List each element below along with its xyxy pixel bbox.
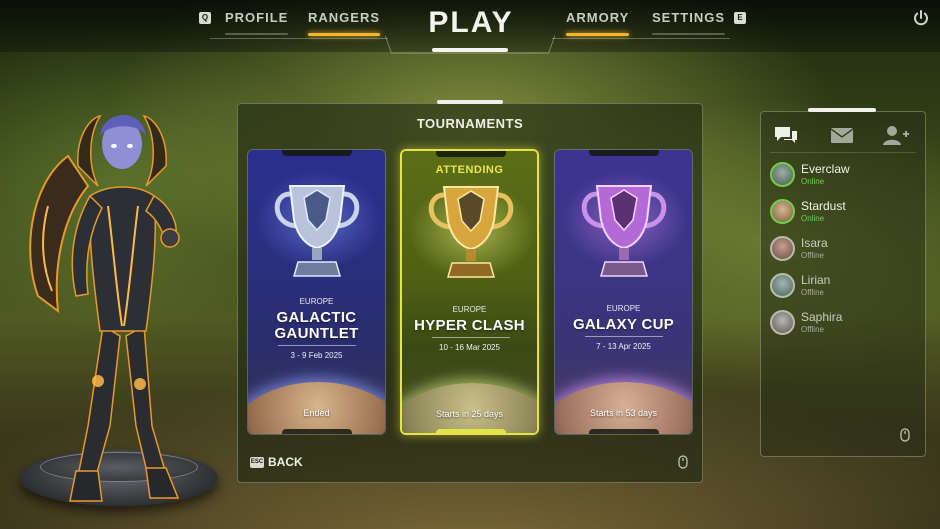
back-label: BACK: [268, 455, 303, 469]
tournament-card-galaxy-cup[interactable]: EUROPE GALAXY CUP 7 - 13 Apr 2025 Starts…: [554, 149, 693, 435]
page-title: PLAY: [428, 6, 514, 39]
avatar: [770, 236, 795, 261]
friend-name: Isara: [801, 236, 828, 250]
tournament-dates: 7 - 13 Apr 2025: [596, 342, 651, 351]
nav-tab-underline: [225, 33, 289, 35]
add-friend-icon[interactable]: [882, 124, 910, 146]
silver-trophy-icon: [274, 185, 360, 277]
nav-tab-underline-active: [566, 33, 630, 36]
nav-tab-armory[interactable]: ARMORY: [566, 10, 630, 36]
tournament-card-hyper-clash[interactable]: ATTENDING EUROPE HYPER CLASH 10 - 16 Mar…: [400, 149, 539, 435]
esc-key-hint: ESC: [250, 457, 264, 468]
tournament-dates: 10 - 16 Mar 2025: [439, 343, 500, 352]
mouse-scroll-icon: [900, 428, 910, 442]
card-notch-bottom: [589, 429, 659, 434]
nav-tab-label: ARMORY: [566, 10, 630, 25]
tournament-name-line2: GAUNTLET: [274, 325, 359, 342]
nav-tab-settings[interactable]: SETTINGS: [652, 10, 726, 35]
friend-item[interactable]: Saphira Offline: [770, 308, 916, 338]
avatar: [770, 310, 795, 335]
card-notch: [282, 150, 352, 156]
nav-tab-rangers[interactable]: RANGERS: [308, 10, 381, 36]
friend-name: Everclaw: [801, 162, 850, 176]
top-nav: Q PROFILE RANGERS PLAY ARMORY SETTINGS E: [0, 0, 940, 54]
page-title-underline: [432, 48, 508, 52]
nav-tab-underline: [652, 33, 726, 35]
friends-panel-tab: [808, 108, 876, 112]
tournament-name: GALACTIC: [276, 309, 357, 326]
friend-item[interactable]: Lirian Offline: [770, 271, 916, 301]
mail-icon[interactable]: [828, 124, 856, 146]
card-notch: [589, 150, 659, 156]
friend-name: Stardust: [801, 199, 846, 213]
avatar: [770, 162, 795, 187]
gold-trophy-icon: [428, 186, 514, 278]
power-icon[interactable]: [913, 10, 929, 26]
tournaments-title: TOURNAMENTS: [416, 116, 524, 131]
friend-item[interactable]: Isara Offline: [770, 234, 916, 264]
card-divider: [432, 337, 510, 338]
tournament-card-galactic-gauntlet[interactable]: EUROPE GALACTIC GAUNTLET 3 - 9 Feb 2025 …: [247, 149, 386, 435]
nav-tab-underline-active: [308, 33, 381, 36]
friend-item[interactable]: Everclaw Online: [770, 160, 916, 190]
friend-name: Lirian: [801, 273, 831, 287]
nav-divider-right: [552, 38, 730, 39]
card-notch-bottom: [282, 429, 352, 434]
mouse-scroll-icon: [678, 455, 688, 469]
friend-status: Offline: [801, 251, 824, 260]
tournament-status: Ended: [303, 408, 330, 418]
friends-tab-divider: [770, 152, 916, 153]
chat-icon[interactable]: [772, 124, 800, 146]
avatar: [770, 199, 795, 224]
card-notch: [436, 151, 506, 157]
e-key-hint: E: [734, 12, 746, 24]
friend-status: Online: [801, 177, 825, 186]
card-divider: [278, 345, 356, 346]
nav-tab-profile[interactable]: PROFILE: [225, 10, 289, 35]
tournament-name: HYPER CLASH: [414, 317, 525, 334]
nav-divider-left: [210, 38, 388, 39]
attending-badge: ATTENDING: [435, 164, 504, 176]
tournament-status: Starts in 53 days: [589, 408, 658, 418]
friend-status: Offline: [801, 288, 824, 297]
ranger-character: [29, 114, 180, 502]
tournament-dates: 3 - 9 Feb 2025: [290, 351, 343, 360]
card-divider: [585, 336, 663, 337]
card-notch-bottom: [436, 429, 506, 433]
tournaments-panel-tab: [437, 100, 503, 104]
avatar: [770, 273, 795, 298]
nav-tab-label: SETTINGS: [652, 10, 726, 25]
tournament-region: EUROPE: [299, 297, 334, 306]
purple-trophy-icon: [581, 185, 667, 277]
tournament-status: Starts in 25 days: [435, 409, 504, 419]
tournament-region: EUROPE: [606, 304, 641, 313]
friend-name: Saphira: [801, 310, 843, 324]
friend-status: Offline: [801, 325, 824, 334]
q-key-hint: Q: [199, 12, 211, 24]
tournament-region: EUROPE: [452, 305, 487, 314]
friend-status: Online: [801, 214, 825, 223]
nav-tab-label: RANGERS: [308, 10, 381, 25]
nav-tab-label: PROFILE: [225, 10, 289, 25]
tournament-name: GALAXY CUP: [572, 316, 675, 333]
friend-item[interactable]: Stardust Online: [770, 197, 916, 227]
